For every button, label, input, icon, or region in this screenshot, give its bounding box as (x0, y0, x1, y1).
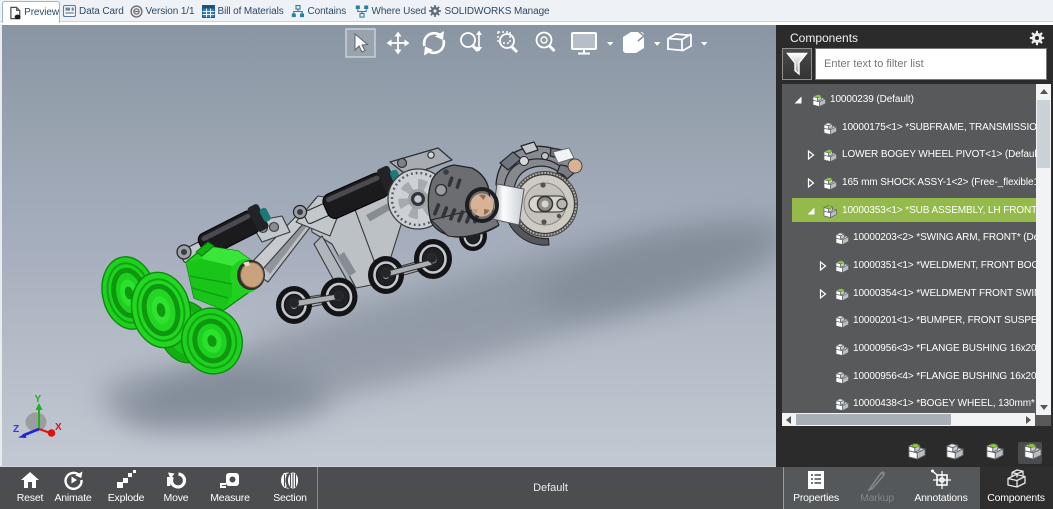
svg-text:Z: Z (13, 424, 19, 435)
svg-text:Y: Y (35, 394, 42, 405)
svg-text:X: X (55, 422, 62, 433)
